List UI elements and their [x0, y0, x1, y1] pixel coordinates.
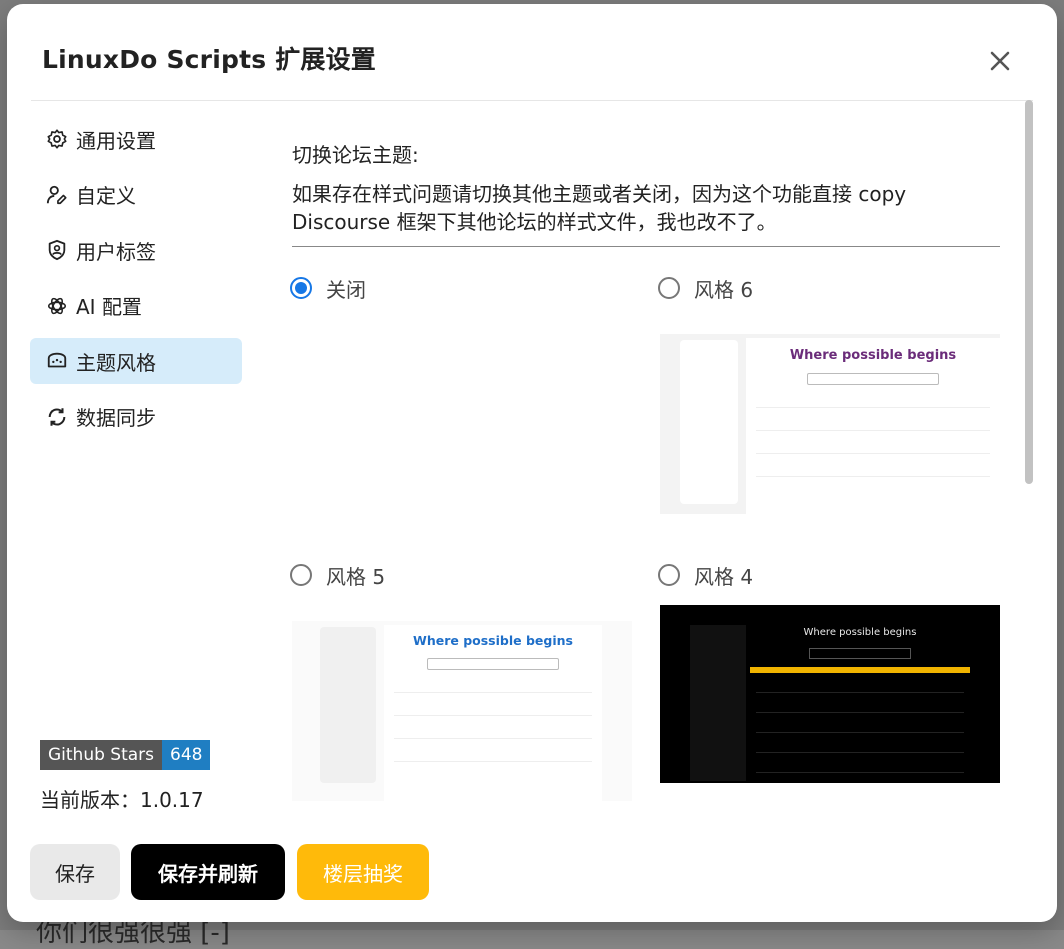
theme-option-off: 关闭 — [290, 273, 630, 303]
preview-row — [756, 700, 964, 713]
theme-option-style-5: 风格 5 — [290, 560, 630, 590]
theme-label: 风格 5 — [326, 564, 386, 589]
sidebar-item-label: AI 配置 — [76, 295, 142, 319]
theme-preview-style-4[interactable]: Where possible begins — [660, 605, 1000, 783]
close-icon — [990, 51, 1010, 71]
theme-icon — [46, 350, 68, 372]
preview-sidebar — [320, 627, 376, 783]
sidebar-item-label: 自定义 — [76, 184, 136, 208]
preview-row — [394, 747, 592, 762]
close-button[interactable] — [983, 44, 1017, 78]
github-stars-label: Github Stars — [40, 740, 163, 770]
preview-row — [756, 439, 990, 454]
user-edit-icon — [46, 184, 68, 206]
content-scrollbar[interactable] — [1023, 100, 1035, 820]
preview-topbar — [292, 605, 632, 621]
sidebar-item-label: 用户标签 — [76, 239, 156, 264]
preview-row — [756, 740, 964, 753]
preview-banner — [750, 667, 970, 673]
radio-button[interactable] — [658, 564, 680, 586]
preview-sidebar — [680, 340, 738, 504]
modal-title: LinuxDo Scripts 扩展设置 — [42, 45, 377, 74]
theme-label: 风格 4 — [694, 564, 754, 589]
sidebar-item-sync[interactable]: 数据同步 — [30, 394, 242, 440]
version-label: 当前版本： — [40, 788, 140, 812]
gear-icon — [46, 128, 68, 150]
preview-row — [756, 462, 990, 477]
theme-label: 关闭 — [326, 277, 366, 302]
theme-radio-style-5[interactable]: 风格 5 — [290, 560, 630, 590]
sidebar-item-label: 主题风格 — [76, 350, 156, 375]
preview-heading: Where possible begins — [789, 348, 957, 363]
openai-icon — [46, 295, 68, 317]
section-description: 如果存在样式问题请切换其他主题或者关闭，因为这个功能直接 copy Discou… — [292, 182, 907, 234]
sidebar-item-theme[interactable]: 主题风格 — [30, 338, 242, 384]
theme-label: 风格 6 — [694, 277, 754, 302]
preview-row — [394, 678, 592, 693]
preview-main: Where possible begins — [384, 625, 602, 801]
user-badge-icon — [46, 239, 68, 261]
preview-row — [756, 680, 964, 693]
settings-sidebar: 通用设置 自定义 用户标签 AI 配置 主题风格 数据同步 — [30, 116, 242, 449]
theme-radio-style-6[interactable]: 风格 6 — [658, 273, 998, 303]
section-divider — [292, 246, 1000, 247]
preview-main: Where possible begins — [750, 621, 970, 783]
preview-heading: Where possible begins — [413, 633, 573, 648]
preview-search — [807, 373, 939, 385]
radio-button[interactable] — [290, 564, 312, 586]
sidebar-item-custom[interactable]: 自定义 — [30, 172, 242, 218]
theme-radio-off[interactable]: 关闭 — [290, 273, 630, 303]
github-stars-count: 648 — [162, 740, 211, 770]
floor-lottery-button[interactable]: 楼层抽奖 — [297, 844, 429, 900]
sidebar-item-general[interactable]: 通用设置 — [30, 116, 242, 162]
sync-icon — [46, 406, 68, 428]
preview-row — [756, 393, 990, 408]
preview-row — [756, 760, 964, 773]
preview-search — [809, 648, 911, 659]
preview-row — [756, 416, 990, 431]
sidebar-item-user-tags[interactable]: 用户标签 — [30, 227, 242, 273]
github-stars-badge[interactable]: Github Stars 648 — [40, 740, 211, 770]
radio-button-checked[interactable] — [290, 277, 312, 299]
section-title: 切换论坛主题: — [292, 143, 419, 167]
theme-option-style-6: 风格 6 — [658, 273, 998, 303]
save-button[interactable]: 保存 — [30, 844, 120, 900]
preview-row — [394, 724, 592, 739]
version-value: 1.0.17 — [140, 788, 204, 812]
preview-row — [756, 720, 964, 733]
sidebar-item-ai-config[interactable]: AI 配置 — [30, 283, 242, 329]
theme-settings-panel: 切换论坛主题: 如果存在样式问题请切换其他主题或者关闭，因为这个功能直接 cop… — [277, 100, 1017, 820]
sidebar-item-label: 数据同步 — [76, 406, 156, 430]
preview-row — [394, 701, 592, 716]
settings-modal: LinuxDo Scripts 扩展设置 通用设置 自定义 用户标签 AI 配置… — [7, 4, 1057, 922]
theme-preview-style-5[interactable]: Where possible begins — [292, 605, 632, 801]
theme-preview-style-6[interactable]: Where possible begins — [660, 318, 1000, 514]
preview-main: Where possible begins — [746, 338, 1000, 514]
sidebar-item-label: 通用设置 — [76, 128, 156, 153]
preview-search — [427, 658, 559, 670]
preview-heading: Where possible begins — [803, 627, 917, 638]
preview-topbar — [660, 318, 1000, 334]
theme-radio-style-4[interactable]: 风格 4 — [658, 560, 998, 590]
save-and-refresh-button[interactable]: 保存并刷新 — [131, 844, 285, 900]
radio-button[interactable] — [658, 277, 680, 299]
modal-header: LinuxDo Scripts 扩展设置 — [7, 4, 1057, 104]
scrollbar-thumb[interactable] — [1025, 100, 1033, 484]
preview-sidebar — [690, 625, 746, 781]
theme-option-style-4: 风格 4 — [658, 560, 998, 590]
version-info: 当前版本：1.0.17 — [40, 784, 204, 813]
